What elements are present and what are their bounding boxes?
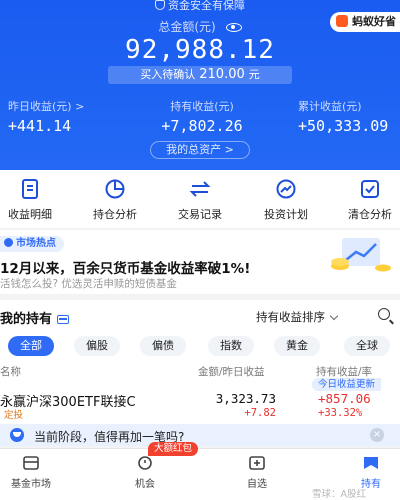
fund-amount: 3,323.73 xyxy=(215,391,276,406)
action-label: 交易记录 xyxy=(178,208,222,221)
holding-profit: 持有收益(元) +7,802.26 xyxy=(152,98,252,135)
total-assets-button[interactable]: 我的总资产 > xyxy=(150,141,250,159)
filter-chip-all[interactable]: 全部 xyxy=(8,336,54,356)
action-label: 收益明细 xyxy=(8,208,52,221)
chevron-down-icon xyxy=(329,311,339,321)
market-title: 12月以来，百余只货币基金收益率破1%! xyxy=(0,261,251,277)
filter-chip-gold[interactable]: 黄金 xyxy=(274,336,320,356)
sort-dropdown[interactable]: 持有收益排序 xyxy=(256,309,339,325)
action-clearance-analysis[interactable]: 清仓分析 xyxy=(330,178,400,222)
watchlist-icon xyxy=(248,455,266,471)
partner-tag-text: 蚂蚁好省 xyxy=(352,15,396,28)
action-profit-detail[interactable]: 收益明细 xyxy=(0,178,70,222)
nav-label: 基金市场 xyxy=(11,479,51,490)
ant-logo-icon xyxy=(336,15,348,27)
column-header-holding[interactable]: 持有收益/率 xyxy=(316,364,372,379)
market-hot-card[interactable]: 市场热点 12月以来，百余只货币基金收益率破1%! 活钱怎么投? 优选灵活申赎的… xyxy=(0,230,400,303)
pending-value: 210.00 xyxy=(199,67,245,82)
holding-profit-value: +7,802.26 xyxy=(161,117,243,135)
column-header-name: 名称 xyxy=(0,366,21,378)
clear-position-icon xyxy=(359,178,381,200)
nav-item-holding[interactable]: 持有 xyxy=(336,455,400,490)
safety-text: 资金安全有保障 xyxy=(168,0,245,12)
pie-chart-icon xyxy=(104,178,126,200)
big-red-packet-badge[interactable]: 大额红包 xyxy=(148,442,199,456)
action-label: 投资计划 xyxy=(264,208,308,221)
invest-plan-icon xyxy=(275,178,297,200)
opportunity-icon xyxy=(136,455,154,471)
nav-label: 自选 xyxy=(247,479,267,490)
holding-profit-label: 持有收益(元) xyxy=(170,100,234,113)
yesterday-profit[interactable]: 昨日收益(元) > +441.14 xyxy=(8,98,84,135)
nav-item-watchlist[interactable]: 自选 xyxy=(222,455,292,490)
shield-icon xyxy=(155,0,165,10)
my-holdings: 我的持有 持有收益排序 全部 偏股 偏债 指数 黄金 全球 名称 金额/昨日收益… xyxy=(0,300,400,430)
action-position-analysis[interactable]: 持仓分析 xyxy=(75,178,155,222)
asset-header: 资金安全有保障 总金额(元) 蚂蚁好省 92,988.12 买入待确认 210.0… xyxy=(0,0,400,170)
pending-unit: 元 xyxy=(248,68,260,81)
market-tag-text: 市场热点 xyxy=(16,238,56,249)
today-profit-updated-badge: 今日收益更新 xyxy=(312,378,382,391)
yesterday-profit-label: 昨日收益(元) > xyxy=(8,100,85,113)
trade-record-icon xyxy=(189,178,211,200)
close-icon[interactable]: × xyxy=(370,428,384,442)
fund-yesterday-profit: +7.82 xyxy=(244,407,276,419)
assistant-icon xyxy=(10,428,24,442)
receipt-icon xyxy=(19,178,41,200)
fund-market-icon xyxy=(22,455,40,471)
search-icon[interactable] xyxy=(378,308,390,320)
quick-actions: 收益明细 持仓分析 交易记录 投资计划 清仓分析 xyxy=(0,170,400,228)
watermark: 雪球：A股红 xyxy=(312,489,366,500)
filter-chip-equity[interactable]: 偏股 xyxy=(74,336,120,356)
market-hot-tag: 市场热点 xyxy=(0,236,64,252)
fund-holding-profit: +857.06 xyxy=(318,391,371,406)
coin-chart-illustration-icon xyxy=(328,232,394,276)
pending-confirm[interactable]: 买入待确认 210.00 元 xyxy=(108,66,292,84)
nav-item-fund-market[interactable]: 基金市场 xyxy=(0,455,66,490)
filter-chip-bond[interactable]: 偏债 xyxy=(140,336,186,356)
hot-dot-icon xyxy=(4,238,13,247)
market-subtitle: 活钱怎么投? 优选灵活申赎的短债基金 xyxy=(0,278,177,290)
partner-tag[interactable]: 蚂蚁好省 xyxy=(330,12,400,32)
sort-label: 持有收益排序 xyxy=(256,310,325,324)
holdings-title: 我的持有 xyxy=(0,308,70,327)
pending-label: 买入待确认 xyxy=(140,68,196,81)
total-label-text: 总金额(元) xyxy=(158,20,216,34)
holding-icon xyxy=(362,455,380,471)
eye-icon[interactable] xyxy=(225,23,242,32)
yesterday-profit-value: +441.14 xyxy=(8,117,72,135)
category-filters: 全部 偏股 偏债 指数 黄金 全球 xyxy=(0,336,400,356)
action-trade-records[interactable]: 交易记录 xyxy=(160,178,240,222)
holdings-title-text: 我的持有 xyxy=(0,312,53,327)
column-header-amount[interactable]: 金额/昨日收益 xyxy=(198,364,265,379)
total-amount: 92,988.12 xyxy=(125,35,275,65)
cumulative-profit: 累计收益(元) +50,333.09 xyxy=(298,98,388,135)
action-investment-plan[interactable]: 投资计划 xyxy=(246,178,326,222)
cumulative-profit-value: +50,333.09 xyxy=(298,117,389,135)
profit-stats: 昨日收益(元) > +441.14 持有收益(元) +7,802.26 累计收益… xyxy=(0,98,400,135)
add-more-prompt[interactable]: 当前阶段，值得再加一笔吗? × xyxy=(0,424,400,446)
fund-type-tag: 定投 xyxy=(4,410,24,421)
filter-chip-global[interactable]: 全球 xyxy=(344,336,390,356)
filter-chip-index[interactable]: 指数 xyxy=(208,336,254,356)
fund-holding-rate: +33.32% xyxy=(318,407,363,419)
nav-label: 机会 xyxy=(135,479,155,490)
list-icon[interactable] xyxy=(57,315,70,324)
cumulative-profit-label: 累计收益(元) xyxy=(298,100,362,113)
action-label: 持仓分析 xyxy=(93,208,137,221)
nav-item-opportunity[interactable]: 机会 xyxy=(110,455,180,490)
fund-row[interactable]: 今日收益更新 永赢沪深300ETF联接C 定投 3,323.73 +7.82 +… xyxy=(0,378,400,421)
action-label: 清仓分析 xyxy=(348,208,392,221)
